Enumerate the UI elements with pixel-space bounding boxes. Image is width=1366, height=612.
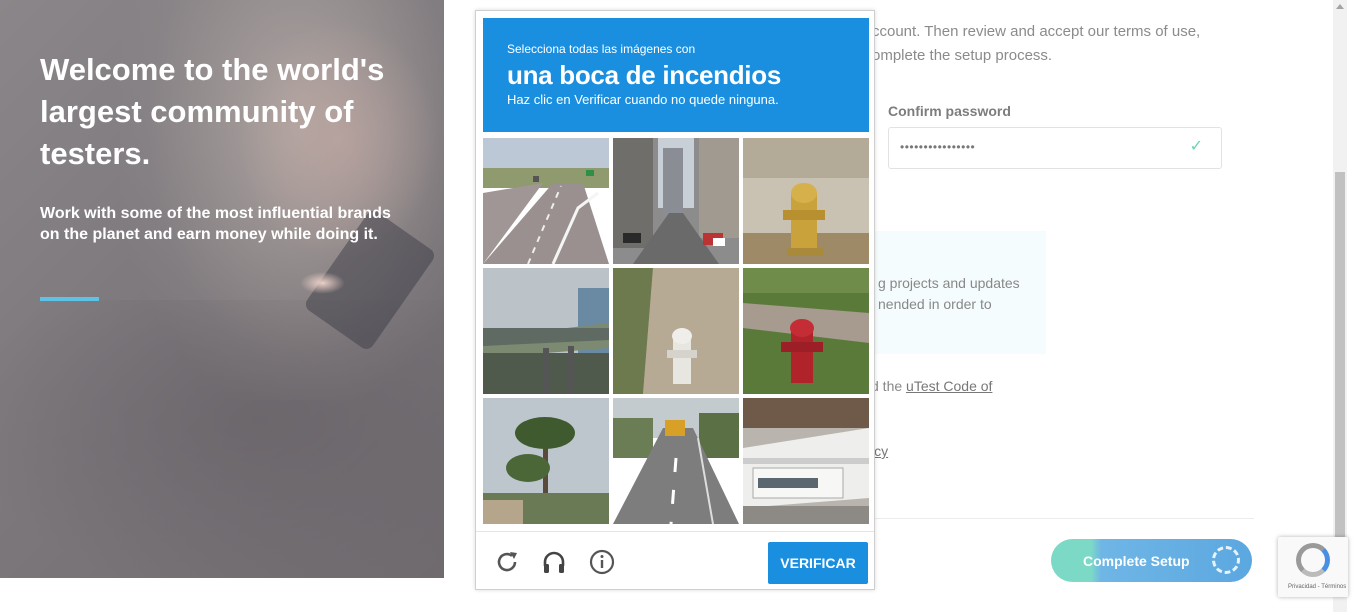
scrollbar[interactable] bbox=[1333, 0, 1347, 612]
captcha-footer: VERIFICAR bbox=[476, 531, 874, 589]
recaptcha-logo-icon bbox=[1296, 543, 1330, 577]
code-of-conduct-link[interactable]: uTest Code of bbox=[906, 378, 992, 394]
recaptcha-badge[interactable]: Privacidad - Términos bbox=[1278, 537, 1348, 597]
tile-palm-trees[interactable] bbox=[483, 398, 609, 524]
hero-accent-line bbox=[40, 297, 99, 301]
captcha-challenge: Selecciona todas las imágenes con una bo… bbox=[475, 10, 875, 590]
tile-yellow-hydrant[interactable] bbox=[743, 138, 869, 264]
tile-road-bus[interactable] bbox=[613, 398, 739, 524]
verify-button[interactable]: VERIFICAR bbox=[768, 542, 868, 584]
confirm-password-field[interactable]: •••••••••••••••• ✓ bbox=[888, 127, 1222, 169]
captcha-prompt-small: Selecciona todas las imágenes con bbox=[507, 42, 696, 56]
hero-panel: Welcome to the world's largest community… bbox=[0, 0, 444, 578]
tile-highway[interactable] bbox=[483, 138, 609, 264]
captcha-instruction: Haz clic en Verificar cuando no quede ni… bbox=[507, 92, 779, 107]
hero-title: Welcome to the world's largest community… bbox=[40, 52, 385, 171]
complete-setup-button[interactable]: Complete Setup bbox=[1051, 539, 1252, 582]
tile-boat[interactable] bbox=[743, 398, 869, 524]
headphones-icon[interactable] bbox=[541, 549, 567, 575]
info-line: nended in order to bbox=[878, 296, 992, 312]
confirm-password-value: •••••••••••••••• bbox=[900, 140, 976, 154]
scrollbar-thumb[interactable] bbox=[1335, 172, 1345, 542]
terms-agreement: d the uTest Code of bbox=[871, 378, 992, 394]
reload-icon[interactable] bbox=[494, 549, 520, 575]
info-icon[interactable] bbox=[589, 549, 615, 575]
terms-agreement-text: d the bbox=[871, 378, 907, 394]
tile-white-hydrant[interactable] bbox=[613, 268, 739, 394]
info-line: g projects and updates bbox=[878, 275, 1020, 291]
check-icon: ✓ bbox=[1189, 138, 1203, 155]
complete-setup-label: Complete Setup bbox=[1083, 553, 1190, 569]
hero-phone-glow bbox=[300, 272, 345, 294]
divider bbox=[874, 518, 1254, 519]
tile-city-street[interactable] bbox=[613, 138, 739, 264]
loading-spinner-icon bbox=[1212, 546, 1240, 574]
confirm-password-label: Confirm password bbox=[888, 103, 1011, 119]
tile-red-hydrant[interactable] bbox=[743, 268, 869, 394]
captcha-prompt-target: una boca de incendios bbox=[507, 60, 781, 90]
recaptcha-terms[interactable]: Privacidad - Términos bbox=[1288, 584, 1346, 590]
captcha-image-grid bbox=[483, 138, 869, 524]
tile-overpass[interactable] bbox=[483, 268, 609, 394]
captcha-header: Selecciona todas las imágenes con una bo… bbox=[483, 18, 869, 132]
hero-subtitle: Work with some of the most influential b… bbox=[40, 205, 391, 243]
info-box: g projects and updates nended in order t… bbox=[870, 231, 1046, 354]
scroll-up-arrow-icon[interactable] bbox=[1336, 4, 1344, 9]
